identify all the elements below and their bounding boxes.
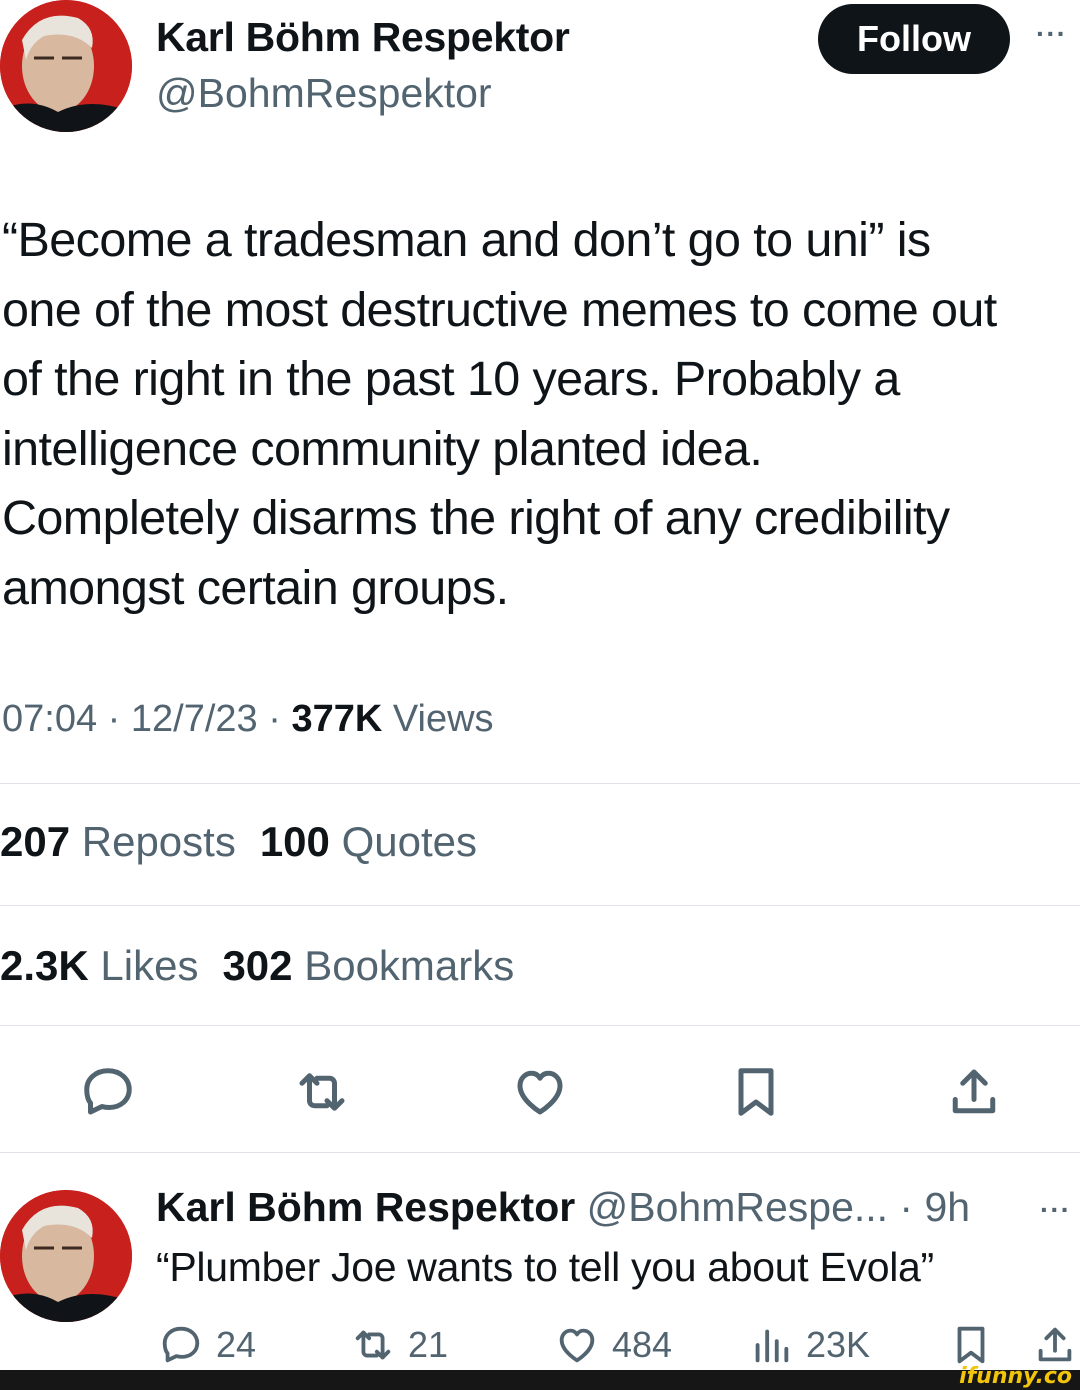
tweet-line: of the right in the past 10 years. Proba… [2, 352, 900, 406]
bookmarks-label: Bookmarks [304, 942, 515, 989]
tweet-line: one of the most destructive memes to com… [2, 282, 997, 337]
reposts-label: Reposts [81, 818, 236, 865]
reply-reply-action[interactable]: 24 [158, 1322, 256, 1368]
author-handle[interactable]: @BohmRespektor [156, 70, 492, 117]
bookmark-icon[interactable] [726, 1062, 786, 1122]
reply-like-action[interactable]: 484 [554, 1322, 672, 1368]
tweet-line: intelligence community planted idea. [2, 421, 763, 476]
reply-text: “Plumber Joe wants to tell you about Evo… [156, 1244, 934, 1290]
stats-row-reposts: 207 Reposts 100 Quotes [0, 818, 477, 866]
divider [0, 905, 1080, 906]
repost-icon[interactable] [292, 1062, 352, 1122]
reply-icon [162, 1326, 200, 1363]
reply-repost-action[interactable]: 21 [350, 1322, 448, 1368]
tweet-line: amongst certain groups. [2, 560, 509, 615]
reply-views-action[interactable]: 23K [748, 1322, 870, 1368]
likes-stat[interactable]: 2.3K Likes [0, 942, 198, 989]
more-options-icon[interactable]: ··· [1036, 18, 1067, 50]
bookmarks-count: 302 [222, 942, 293, 989]
like-icon[interactable] [510, 1062, 570, 1122]
share-icon [1038, 1327, 1072, 1362]
likes-count: 2.3K [0, 942, 89, 989]
tweet-date[interactable]: 12/7/23 [131, 698, 258, 740]
quotes-count: 100 [259, 818, 330, 865]
divider [0, 783, 1080, 784]
repost-icon [355, 1330, 391, 1360]
tweet-time[interactable]: 07:04 [2, 698, 97, 740]
reply-more-options-icon[interactable]: ··· [1040, 1194, 1071, 1226]
quotes-stat[interactable]: 100 Quotes [260, 818, 477, 865]
reply-header: Karl Böhm Respektor @BohmRespe... · 9h [156, 1184, 970, 1231]
bookmark-icon [957, 1326, 985, 1364]
tweet-meta: 07:04 · 12/7/23 · 377K Views [2, 698, 494, 741]
reply-replies-count: 24 [216, 1324, 257, 1365]
bookmarks-stat[interactable]: 302 Bookmarks [222, 942, 514, 989]
watermark-bar [0, 1370, 1080, 1390]
reply-display-name[interactable]: Karl Böhm Respektor [156, 1184, 575, 1230]
meta-separator: · [268, 698, 281, 740]
reply-views-count: 23K [806, 1324, 871, 1365]
tweet-line: “Become a tradesman and don’t go to uni”… [2, 213, 931, 267]
share-icon[interactable] [944, 1062, 1004, 1122]
reply-reposts-count: 21 [408, 1324, 449, 1365]
divider [0, 1152, 1080, 1153]
author-avatar[interactable] [0, 0, 132, 132]
views-label: Views [392, 698, 494, 740]
likes-label: Likes [100, 942, 199, 989]
like-icon [559, 1328, 595, 1363]
reply-bookmark-action[interactable] [948, 1322, 994, 1368]
reply-author-avatar[interactable] [0, 1190, 132, 1322]
views-icon [755, 1329, 789, 1363]
author-display-name[interactable]: Karl Böhm Respektor [156, 14, 570, 61]
watermark: ifunny.co [959, 1364, 1072, 1389]
reply-meta[interactable]: @BohmRespe... · 9h [587, 1184, 970, 1230]
divider [0, 1025, 1080, 1026]
reply-share-action[interactable] [1032, 1322, 1078, 1368]
quotes-label: Quotes [341, 818, 477, 865]
reposts-stat[interactable]: 207 Reposts [0, 818, 236, 865]
stats-row-likes: 2.3K Likes 302 Bookmarks [0, 942, 514, 990]
meta-separator: · [107, 698, 121, 740]
reply-icon[interactable] [78, 1062, 138, 1122]
reposts-count: 207 [0, 818, 71, 865]
reply-likes-count: 484 [612, 1324, 673, 1365]
follow-button[interactable]: Follow [818, 4, 1010, 74]
tweet-text: “Become a tradesman and don’t go to uni”… [2, 206, 1080, 623]
tweet-line: Completely disarms the right of any cred… [2, 491, 950, 545]
views-count: 377K [291, 698, 383, 740]
